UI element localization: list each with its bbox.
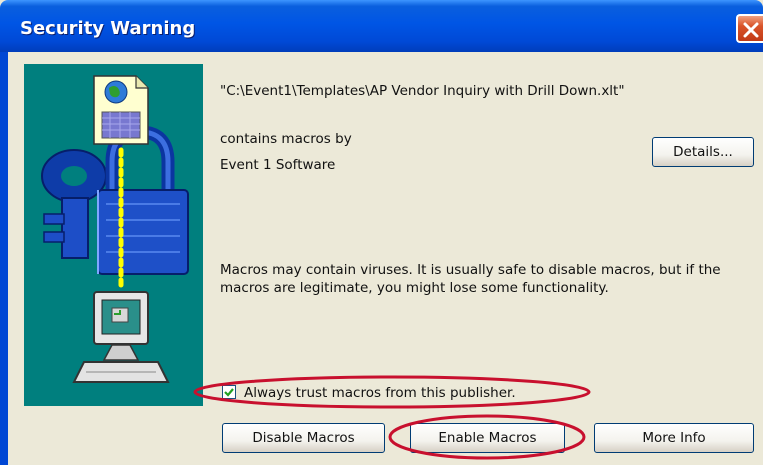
details-button[interactable]: Details... xyxy=(652,137,754,167)
window-frame-left xyxy=(0,52,8,465)
security-illustration xyxy=(24,64,203,406)
padlock-icon xyxy=(97,125,189,275)
document-globe-icon xyxy=(93,75,149,145)
publisher-name: Event 1 Software xyxy=(220,157,336,173)
file-path-text: "C:\Event1\Templates\AP Vendor Inquiry w… xyxy=(220,83,625,99)
macro-warning-line-1: Macros may contain viruses. It is usuall… xyxy=(220,262,721,278)
computer-icon xyxy=(72,291,170,383)
close-button[interactable] xyxy=(736,14,763,43)
macro-warning-line-2: macros are legitimate, you might lose so… xyxy=(220,280,609,296)
close-icon xyxy=(743,22,759,38)
security-warning-dialog: Security Warning "C:\Event1\Templates\AP… xyxy=(0,0,763,465)
more-info-button[interactable]: More Info xyxy=(594,423,754,453)
enable-macros-button[interactable]: Enable Macros xyxy=(410,423,565,453)
disable-macros-button[interactable]: Disable Macros xyxy=(222,423,385,453)
always-trust-label[interactable]: Always trust macros from this publisher. xyxy=(244,385,516,401)
checkmark-icon xyxy=(224,388,234,397)
always-trust-checkbox[interactable] xyxy=(222,385,236,399)
title-bar[interactable]: Security Warning xyxy=(0,0,763,52)
key-icon xyxy=(41,149,107,259)
contains-macros-label: contains macros by xyxy=(220,131,352,147)
dialog-title: Security Warning xyxy=(20,18,196,39)
